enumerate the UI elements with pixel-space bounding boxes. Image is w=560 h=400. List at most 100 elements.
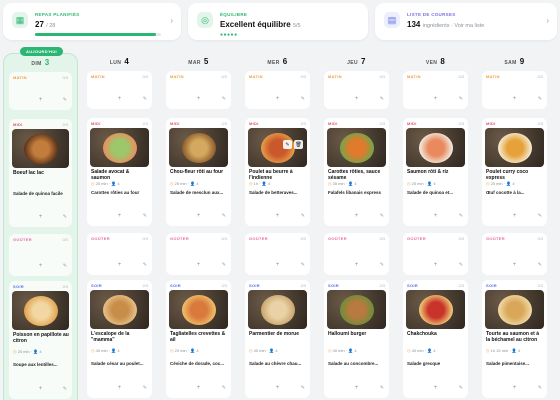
side-dish-name[interactable]: Salade césar au poulet... <box>91 361 148 366</box>
balance-card[interactable]: ◎ ÉQUILIBRE Excellent équilibre 5/5 ●●●●… <box>188 3 368 40</box>
recipe-photo[interactable] <box>12 129 69 168</box>
shopping-list-card[interactable]: ▤ LISTE DE COURSES 134 ingrédients · Voi… <box>375 3 557 40</box>
recipe-meta: ◷ 40 min · 👤 4 <box>407 348 436 353</box>
slot-gouter: GOÛTER 0/3 + ✎ <box>87 233 152 275</box>
recipe-photo[interactable] <box>406 290 465 329</box>
recipe-name[interactable]: Poisson en papillote au citron <box>13 332 69 344</box>
recipe-name[interactable]: Saumon rôti & riz <box>407 169 465 175</box>
side-dish-name[interactable]: Salade de quinoa facile <box>13 191 68 196</box>
pencil-icon[interactable]: ✎ <box>380 262 384 268</box>
recipe-meta: ◷ 45 min · 👤 4 <box>249 348 278 353</box>
recipe-photo[interactable] <box>327 128 386 167</box>
recipe-name[interactable]: Poulet au beurre à l'indienne <box>249 169 307 181</box>
pencil-icon[interactable]: ✎ <box>143 213 147 219</box>
edit-icon[interactable]: ✎ <box>283 140 292 149</box>
pencil-icon[interactable]: ✎ <box>63 263 67 269</box>
recipe-photo[interactable] <box>90 128 149 167</box>
recipe-name[interactable]: Tourte au saumon et à la béchamel au cit… <box>486 331 544 343</box>
recipe-name[interactable]: Salade avocat & saumon <box>91 169 149 181</box>
pencil-icon[interactable]: ✎ <box>380 96 384 102</box>
pencil-icon[interactable]: ✎ <box>459 96 463 102</box>
recipe-name[interactable]: Chakchouka <box>407 331 465 337</box>
recipe-photo[interactable] <box>169 128 228 167</box>
slot-label: MIDI <box>328 121 338 126</box>
pencil-icon[interactable]: ✎ <box>222 96 226 102</box>
recipe-photo[interactable]: ✎ 🗑 <box>248 128 307 167</box>
pencil-icon[interactable]: ✎ <box>538 96 542 102</box>
recipe-name[interactable]: Parmentier de morue <box>249 331 307 337</box>
pencil-icon[interactable]: ✎ <box>538 385 542 391</box>
recipe-photo[interactable] <box>327 290 386 329</box>
side-dish-name[interactable]: Soupe aux lentilles... <box>13 362 68 367</box>
recipe-name[interactable]: Poulet curry coco express <box>486 169 544 181</box>
recipe-photo[interactable] <box>485 290 544 329</box>
day-header: LUN 4 <box>82 57 157 66</box>
side-dish-name[interactable]: Salade de quinoa et... <box>407 190 464 195</box>
recipe-name[interactable]: Tagliatelles crevettes & ail <box>170 331 228 343</box>
recipe-photo[interactable] <box>169 290 228 329</box>
shopping-list-link[interactable]: ingrédients · Voir ma liste <box>423 23 485 29</box>
pencil-icon[interactable]: ✎ <box>143 262 147 268</box>
side-dish-name[interactable]: Carottes rôties au four <box>91 190 148 195</box>
pencil-icon[interactable]: ✎ <box>63 386 67 392</box>
side-dish-name[interactable]: Œuf cocotte à la... <box>486 190 543 195</box>
recipe-servings: 4 <box>517 348 521 353</box>
side-dish-name[interactable]: Salade pimentaise... <box>486 361 543 366</box>
clock-icon: ◷ <box>91 181 95 186</box>
pencil-icon[interactable]: ✎ <box>459 213 463 219</box>
slot-label: GOÛTER <box>13 237 32 242</box>
recipe-name[interactable]: Carottes rôties, sauce sésame <box>328 169 386 181</box>
recipe-name[interactable]: Boeuf lac lac <box>13 170 69 176</box>
pencil-icon[interactable]: ✎ <box>301 96 305 102</box>
recipe-photo[interactable] <box>485 128 544 167</box>
side-dish-name[interactable]: Salade de betteraves... <box>249 190 306 195</box>
day-column-jeu: JEU 7 MATIN 0/3 + ✎ MIDI 2/3 Carottes rôties, sa… <box>319 53 394 400</box>
slot-gouter: GOÛTER 0/3 + ✎ <box>324 233 389 275</box>
slot-count: 2/3 <box>379 121 385 126</box>
side-dish-name[interactable]: Salade grecque <box>407 361 464 366</box>
recipe-time: 25 min <box>411 181 424 186</box>
slot-label: MATIN <box>486 74 500 79</box>
recipe-photo[interactable] <box>248 290 307 329</box>
recipe-photo[interactable] <box>90 290 149 329</box>
slot-label: MIDI <box>249 121 259 126</box>
pencil-icon[interactable]: ✎ <box>222 385 226 391</box>
pencil-icon[interactable]: ✎ <box>538 262 542 268</box>
recipe-photo[interactable] <box>406 128 465 167</box>
planned-meals-card[interactable]: ▦ REPAS PLANIFIÉS 27 / 28 › <box>3 3 181 40</box>
clock-icon: ◷ <box>486 348 490 353</box>
delete-icon[interactable]: 🗑 <box>294 140 303 149</box>
pencil-icon[interactable]: ✎ <box>301 213 305 219</box>
slot-count: 2/3 <box>300 283 306 288</box>
clock-icon: ◷ <box>486 181 490 186</box>
recipe-name[interactable]: L'escalope de la "mamma" <box>91 331 149 343</box>
day-number: 4 <box>124 57 130 66</box>
pencil-icon[interactable]: ✎ <box>538 213 542 219</box>
slot-label: SOIR <box>13 284 24 289</box>
pencil-icon[interactable]: ✎ <box>459 385 463 391</box>
recipe-name[interactable]: Halloumi burger <box>328 331 386 337</box>
day-name: SAM <box>504 60 517 66</box>
pencil-icon[interactable]: ✎ <box>459 262 463 268</box>
pencil-icon[interactable]: ✎ <box>63 97 67 103</box>
slot-gouter: GOÛTER 0/3 + ✎ <box>166 233 231 275</box>
slot-label: MIDI <box>407 121 417 126</box>
side-dish-name[interactable]: Salade au chèvre chau... <box>249 361 306 366</box>
pencil-icon[interactable]: ✎ <box>222 262 226 268</box>
pencil-icon[interactable]: ✎ <box>301 262 305 268</box>
pencil-icon[interactable]: ✎ <box>222 213 226 219</box>
recipe-name[interactable]: Chou-fleur rôti au four <box>170 169 228 175</box>
recipe-photo[interactable] <box>12 291 69 330</box>
side-dish-name[interactable]: Falafels libanais express <box>328 190 385 195</box>
pencil-icon[interactable]: ✎ <box>380 385 384 391</box>
side-dish-name[interactable]: Céviche de dorade, coc... <box>170 361 227 366</box>
pencil-icon[interactable]: ✎ <box>301 385 305 391</box>
pencil-icon[interactable]: ✎ <box>63 214 67 220</box>
side-dish-name[interactable]: Salade au concombre... <box>328 361 385 366</box>
side-dish-name[interactable]: Salade de mesclun aux... <box>170 190 227 195</box>
slot-label: SOIR <box>91 283 102 288</box>
pencil-icon[interactable]: ✎ <box>380 213 384 219</box>
pencil-icon[interactable]: ✎ <box>143 96 147 102</box>
clock-icon: ◷ <box>249 348 253 353</box>
pencil-icon[interactable]: ✎ <box>143 385 147 391</box>
